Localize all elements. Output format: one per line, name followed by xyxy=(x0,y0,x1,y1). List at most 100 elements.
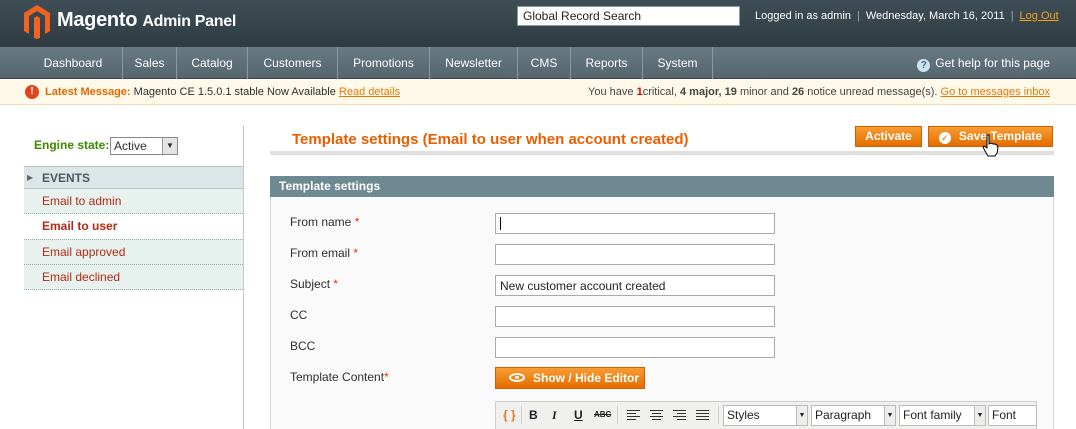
logout-link[interactable]: Log Out xyxy=(1020,10,1059,22)
events-label: EVENTS xyxy=(42,171,91,185)
chevron-down-icon: ▼ xyxy=(162,138,177,154)
nav-customers[interactable]: Customers xyxy=(248,47,338,79)
check-icon: ✓ xyxy=(938,132,951,144)
nav-reports[interactable]: Reports xyxy=(571,47,643,79)
message-bar: ! Latest Message: Magento CE 1.5.0.1 sta… xyxy=(0,80,1076,105)
underline-button[interactable]: U xyxy=(574,408,583,422)
main-nav: Dashboard Sales Catalog Customers Promot… xyxy=(0,47,1076,79)
engine-state-label: Engine state: xyxy=(34,138,110,152)
from-email-text: From email xyxy=(290,246,351,260)
magento-logo-icon xyxy=(24,5,50,39)
required-mark: * xyxy=(384,370,389,384)
global-search-input[interactable] xyxy=(517,6,740,26)
triangle-right-icon: ▶ xyxy=(27,173,34,182)
pointer-hand-icon xyxy=(982,134,999,157)
page-title: Template settings (Email to user when ac… xyxy=(292,131,689,148)
subject-label: Subject * xyxy=(290,277,338,291)
paragraph-label: Paragraph xyxy=(815,408,872,422)
align-justify-icon[interactable] xyxy=(696,410,709,421)
chevron-down-icon: ▼ xyxy=(796,406,807,425)
logged-in-text: Logged in as admin xyxy=(755,10,852,22)
text-caret xyxy=(500,217,501,230)
nav-dashboard[interactable]: Dashboard xyxy=(24,47,123,79)
chevron-down-icon: ▼ xyxy=(884,406,895,425)
font-family-label: Font family xyxy=(903,408,962,422)
alert-icon: ! xyxy=(25,85,39,99)
eye-icon xyxy=(509,373,525,382)
critical-label: critical xyxy=(642,86,674,98)
styles-select[interactable]: Styles ▼ xyxy=(723,405,808,426)
you-have-text: You have xyxy=(588,86,634,98)
read-details-link[interactable]: Read details xyxy=(339,86,400,98)
nav-promotions[interactable]: Promotions xyxy=(338,47,430,79)
styles-label: Styles xyxy=(727,408,760,422)
cc-input[interactable] xyxy=(495,306,775,327)
notice-label: notice unread message(s). xyxy=(807,86,938,98)
nav-cms[interactable]: CMS xyxy=(518,47,571,79)
from-name-label: From name * xyxy=(290,215,359,229)
nav-sales[interactable]: Sales xyxy=(123,47,177,79)
brand-sub: Admin Panel xyxy=(142,13,236,30)
align-center-icon[interactable] xyxy=(650,410,663,421)
engine-state-select[interactable]: Active ▼ xyxy=(110,137,178,155)
align-right-icon[interactable] xyxy=(673,410,686,421)
nav-catalog[interactable]: Catalog xyxy=(177,47,248,79)
save-template-label: Save Template xyxy=(958,129,1043,143)
align-left-icon[interactable] xyxy=(627,410,640,421)
italic-button[interactable]: I xyxy=(552,408,557,423)
strikethrough-button[interactable]: ABC xyxy=(594,410,611,419)
latest-message: Latest Message: Magento CE 1.5.0.1 stabl… xyxy=(45,86,400,98)
minor-label: minor and xyxy=(739,86,789,98)
chevron-down-icon: ▼ xyxy=(974,406,985,425)
font-size-select[interactable]: Font size xyxy=(988,405,1037,426)
header: Magento Admin Panel Logged in as admin|W… xyxy=(0,0,1076,47)
bold-button[interactable]: B xyxy=(529,408,538,422)
from-name-input[interactable] xyxy=(495,213,775,234)
font-size-label: Font size xyxy=(992,408,1017,422)
help-icon: ? xyxy=(917,59,931,72)
nav-newsletter[interactable]: Newsletter xyxy=(430,47,518,79)
from-email-label: From email * xyxy=(290,246,358,260)
required-mark: * xyxy=(333,277,339,291)
sidebar-item-email-declined[interactable]: Email declined xyxy=(24,265,243,290)
font-family-select[interactable]: Font family ▼ xyxy=(899,405,986,426)
activate-button[interactable]: Activate xyxy=(855,126,922,147)
from-name-text: From name xyxy=(290,215,352,229)
sidebar-item-email-to-user[interactable]: Email to user xyxy=(24,214,243,239)
insert-variable-icon[interactable]: { } xyxy=(503,408,516,422)
bcc-label: BCC xyxy=(290,339,316,353)
brand-title[interactable]: Magento Admin Panel xyxy=(57,9,236,32)
notice-count: 26 xyxy=(791,86,805,98)
toolbar-separator xyxy=(521,406,522,424)
sidebar-item-email-to-admin[interactable]: Email to admin xyxy=(24,189,243,214)
toolbar-separator xyxy=(617,406,618,424)
major-count: 4 major, xyxy=(680,86,722,98)
inbox-link[interactable]: Go to messages inbox xyxy=(941,86,1050,98)
cc-label: CC xyxy=(290,308,308,322)
panel-header: Template settings xyxy=(270,176,1054,197)
sidebar-divider xyxy=(243,125,244,429)
date-text: Wednesday, March 16, 2011 xyxy=(865,10,1005,22)
show-hide-editor-button[interactable]: Show / Hide Editor xyxy=(495,367,645,389)
nav-system[interactable]: System xyxy=(643,47,713,79)
show-hide-label: Show / Hide Editor xyxy=(533,371,640,385)
brand-name: Magento xyxy=(57,9,138,31)
latest-text: Magento CE 1.5.0.1 stable Now Available xyxy=(133,86,336,98)
required-mark: * xyxy=(354,215,360,229)
latest-label: Latest Message: xyxy=(45,86,131,98)
help-label: Get help for this page xyxy=(935,56,1050,70)
template-content-label: Template Content* xyxy=(290,370,389,384)
bcc-input[interactable] xyxy=(495,337,775,358)
header-user-info: Logged in as admin | Wednesday, March 16, … xyxy=(755,10,1059,22)
template-content-text: Template Content xyxy=(290,370,385,384)
help-link[interactable]: ? Get help for this page xyxy=(917,47,1050,79)
events-header[interactable]: ▶ EVENTS xyxy=(24,166,243,189)
subject-text: Subject xyxy=(290,277,331,291)
toolbar-separator xyxy=(718,406,719,424)
required-mark: * xyxy=(353,246,359,260)
sidebar-item-email-approved[interactable]: Email approved xyxy=(24,239,243,265)
subject-input[interactable]: New customer account created xyxy=(495,275,775,296)
from-email-input[interactable] xyxy=(495,244,775,265)
message-counts: You have 1critical, 4 major, 19 minor an… xyxy=(588,86,1050,98)
paragraph-select[interactable]: Paragraph ▼ xyxy=(811,405,896,426)
